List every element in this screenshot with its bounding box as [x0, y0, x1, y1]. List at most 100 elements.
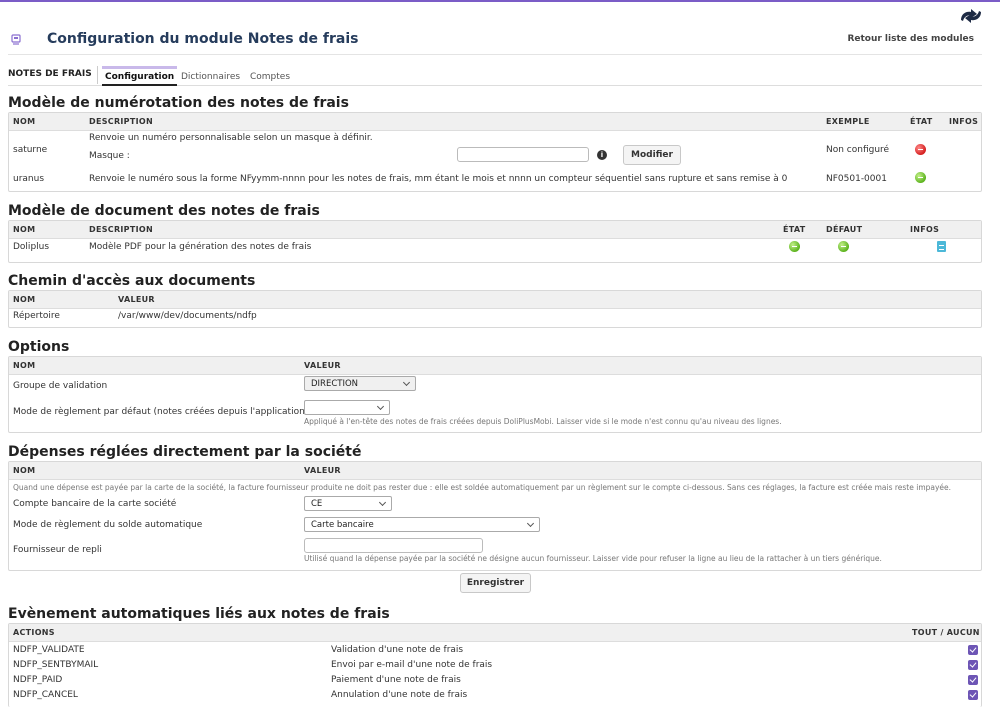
- default-enabled-icon[interactable]: [838, 241, 849, 252]
- col-default: DÉFAUT: [826, 225, 863, 234]
- tab-configuration[interactable]: Configuration: [102, 66, 178, 86]
- chevron-down-icon: [378, 498, 387, 507]
- row-example: Non configuré: [826, 145, 890, 155]
- payment-mode-note: Appliqué à l'en-tête des notes de frais …: [304, 417, 782, 426]
- options-table: NOM VALEUR Groupe de validation DIRECTIO…: [8, 356, 982, 433]
- col-name: NOM: [13, 361, 36, 370]
- event-code: NDFP_SENTBYMAIL: [13, 660, 99, 670]
- selected-value: DIRECTION: [311, 379, 359, 389]
- row-name: Répertoire: [13, 311, 60, 321]
- event-checkbox[interactable]: [968, 660, 978, 670]
- bank-account-label: Compte bancaire de la carte société: [13, 499, 177, 509]
- section-title-path: Chemin d'accès aux documents: [8, 273, 256, 289]
- row-description: Renvoie un numéro personnalisable selon …: [89, 133, 373, 143]
- section-title-options: Options: [8, 339, 70, 355]
- event-label: Annulation d'une note de frais: [331, 690, 468, 700]
- event-checkbox[interactable]: [968, 645, 978, 655]
- section-title-numbering: Modèle de numérotation des notes de frai…: [8, 95, 349, 111]
- event-label: Envoi par e-mail d'une note de frais: [331, 660, 493, 670]
- event-checkbox[interactable]: [968, 675, 978, 685]
- col-name: NOM: [13, 225, 36, 234]
- section-title-company-expenses: Dépenses réglées directement par la soci…: [8, 444, 362, 460]
- col-name: NOM: [13, 117, 36, 126]
- path-table: NOM VALEUR Répertoire /var/www/dev/docum…: [8, 290, 982, 328]
- col-example: EXEMPLE: [826, 117, 870, 126]
- col-infos: INFOS: [949, 117, 979, 126]
- page-title: Configuration du module Notes de frais: [47, 31, 359, 47]
- save-button[interactable]: Enregistrer: [460, 573, 531, 593]
- chevron-down-icon: [526, 519, 535, 528]
- bank-account-select[interactable]: CE: [304, 496, 392, 511]
- row-value: /var/www/dev/documents/ndfp: [118, 311, 257, 321]
- col-name: NOM: [13, 466, 36, 475]
- col-name: NOM: [13, 295, 36, 304]
- row-description: Modèle PDF pour la génération des notes …: [89, 242, 312, 252]
- tab-bar: NOTES DE FRAIS Configuration Dictionnair…: [8, 66, 982, 86]
- module-name: NOTES DE FRAIS: [8, 69, 92, 79]
- auto-payment-select[interactable]: Carte bancaire: [304, 517, 540, 532]
- col-state: ÉTAT: [910, 117, 933, 126]
- selected-value: CE: [311, 499, 323, 509]
- selected-value: Carte bancaire: [311, 520, 374, 530]
- validation-group-select[interactable]: DIRECTION: [304, 376, 416, 391]
- company-expenses-intro: Quand une dépense est payée par la carte…: [13, 483, 952, 492]
- col-description: DESCRIPTION: [89, 117, 153, 126]
- mask-input[interactable]: [457, 147, 589, 162]
- payment-mode-label: Mode de règlement par défaut (notes créé…: [13, 407, 309, 417]
- tab-divider: [97, 66, 98, 84]
- col-state: ÉTAT: [783, 225, 806, 234]
- documents-table: NOM DESCRIPTION ÉTAT DÉFAUT INFOS Dolipl…: [8, 220, 982, 263]
- tab-dictionnaires[interactable]: Dictionnaires: [178, 66, 243, 86]
- status-enabled-icon[interactable]: [789, 241, 800, 252]
- auto-payment-label: Mode de règlement du solde automatique: [13, 520, 203, 530]
- table-header: ACTIONS TOUT / AUCUN: [9, 624, 981, 642]
- event-checkbox[interactable]: [968, 690, 978, 700]
- table-header: NOM VALEUR: [9, 291, 981, 309]
- info-icon[interactable]: i: [597, 150, 607, 160]
- row-description: Renvoie le numéro sous la forme NFyymm-n…: [89, 174, 788, 184]
- validation-group-label: Groupe de validation: [13, 381, 108, 391]
- back-to-modules-link[interactable]: Retour liste des modules: [847, 34, 974, 44]
- switch-arrows-icon[interactable]: [958, 6, 984, 26]
- payment-mode-select[interactable]: [304, 400, 390, 415]
- events-table: ACTIONS TOUT / AUCUN NDFP_VALIDATE Valid…: [8, 623, 982, 707]
- col-value: VALEUR: [118, 295, 155, 304]
- row-name: Doliplus: [13, 242, 50, 252]
- row-example: NF0501-0001: [826, 174, 887, 184]
- module-icon: [11, 34, 21, 45]
- fallback-supplier-label: Fournisseur de repli: [13, 545, 102, 555]
- table-header: NOM VALEUR: [9, 357, 981, 375]
- col-infos: INFOS: [910, 225, 940, 234]
- table-header: NOM DESCRIPTION EXEMPLE ÉTAT INFOS: [9, 113, 981, 131]
- status-disabled-icon[interactable]: [915, 144, 926, 155]
- company-expenses-table: NOM VALEUR Quand une dépense est payée p…: [8, 461, 982, 571]
- row-name: saturne: [13, 145, 48, 155]
- col-description: DESCRIPTION: [89, 225, 153, 234]
- tab-comptes[interactable]: Comptes: [247, 66, 293, 86]
- col-all-none[interactable]: TOUT / AUCUN: [912, 628, 980, 637]
- col-value: VALEUR: [304, 361, 341, 370]
- section-title-documents: Modèle de document des notes de frais: [8, 203, 320, 219]
- section-title-events: Evènement automatiques liés aux notes de…: [8, 606, 390, 622]
- event-label: Validation d'une note de frais: [331, 645, 464, 655]
- document-icon[interactable]: [937, 241, 946, 252]
- event-label: Paiement d'une note de frais: [331, 675, 461, 685]
- modify-button[interactable]: Modifier: [623, 145, 681, 165]
- chevron-down-icon: [402, 378, 411, 387]
- header-divider: [8, 54, 982, 55]
- col-value: VALEUR: [304, 466, 341, 475]
- col-actions: ACTIONS: [13, 628, 55, 637]
- fallback-supplier-input[interactable]: [304, 538, 483, 553]
- chevron-down-icon: [376, 402, 385, 411]
- row-name: uranus: [13, 174, 45, 184]
- mask-label: Masque :: [89, 151, 130, 161]
- table-header: NOM DESCRIPTION ÉTAT DÉFAUT INFOS: [9, 221, 981, 239]
- fallback-supplier-note: Utilisé quand la dépense payée par la so…: [304, 554, 882, 563]
- numbering-table: NOM DESCRIPTION EXEMPLE ÉTAT INFOS satur…: [8, 112, 982, 192]
- event-code: NDFP_PAID: [13, 675, 63, 685]
- event-code: NDFP_VALIDATE: [13, 645, 85, 655]
- table-header: NOM VALEUR: [9, 462, 981, 480]
- status-enabled-icon[interactable]: [915, 172, 926, 183]
- top-accent-bar: [0, 0, 1000, 2]
- event-code: NDFP_CANCEL: [13, 690, 78, 700]
